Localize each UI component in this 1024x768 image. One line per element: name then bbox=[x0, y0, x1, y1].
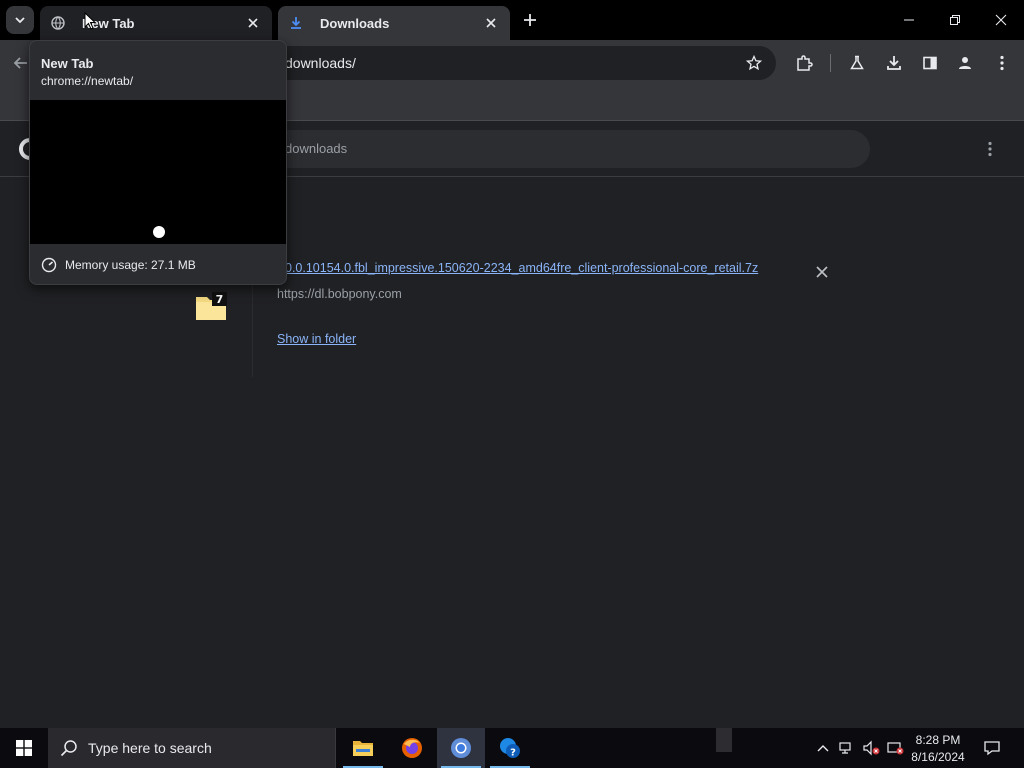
extensions-button[interactable] bbox=[791, 50, 817, 76]
person-icon bbox=[959, 57, 971, 69]
restore-icon bbox=[950, 15, 960, 25]
search-icon bbox=[60, 740, 77, 757]
downloads-search-placeholder: downloads bbox=[285, 141, 348, 156]
flask-icon bbox=[850, 55, 864, 70]
chrome-icon bbox=[451, 738, 471, 758]
download-filename-link[interactable]: 0.0.10154.0.fbl_impressive.150620-2234_a… bbox=[285, 261, 758, 275]
chevron-down-icon bbox=[15, 17, 25, 24]
minimize-icon bbox=[904, 19, 914, 21]
windows-logo-icon bbox=[16, 740, 32, 756]
chrome-menu-button[interactable] bbox=[989, 50, 1015, 76]
taskbar-clock[interactable]: 8:28 PM 8/16/2024 bbox=[905, 732, 971, 766]
tab-preview-thumbnail bbox=[30, 100, 286, 244]
tab-downloads[interactable]: Downloads bbox=[278, 6, 510, 40]
tray-volume-button[interactable] bbox=[861, 738, 881, 758]
taskbar-search-placeholder: Type here to search bbox=[88, 740, 212, 756]
remove-download-button[interactable] bbox=[812, 262, 832, 282]
preview-logo-icon bbox=[153, 226, 165, 238]
taskbar-file-explorer[interactable] bbox=[339, 728, 387, 768]
arrow-left-icon bbox=[13, 57, 27, 69]
svg-text:7: 7 bbox=[216, 293, 224, 306]
folder-icon bbox=[353, 741, 373, 756]
toolbar-divider bbox=[830, 54, 831, 72]
more-vert-icon bbox=[1000, 55, 1004, 71]
close-icon bbox=[995, 14, 1007, 26]
svg-text:?: ? bbox=[510, 748, 516, 759]
downloads-menu-button[interactable] bbox=[983, 140, 997, 158]
download-icon bbox=[887, 56, 901, 70]
tray-overflow-button[interactable] bbox=[813, 738, 833, 758]
address-text[interactable]: downloads/ bbox=[285, 55, 356, 71]
notification-icon bbox=[984, 741, 1000, 756]
file-archive-icon: 7 bbox=[195, 291, 229, 321]
hover-card-url: chrome://newtab/ bbox=[41, 74, 134, 88]
downloads-button[interactable] bbox=[881, 50, 907, 76]
action-center-button[interactable] bbox=[980, 738, 1004, 758]
close-window-button[interactable] bbox=[978, 0, 1024, 40]
side-panel-icon bbox=[923, 56, 937, 70]
close-tab-button[interactable] bbox=[242, 12, 264, 34]
memory-gauge-icon bbox=[41, 257, 57, 273]
close-icon bbox=[816, 266, 828, 278]
display-icon bbox=[887, 742, 904, 755]
show-in-folder-link[interactable]: Show in folder bbox=[277, 332, 356, 346]
globe-icon bbox=[50, 15, 66, 31]
puzzle-icon bbox=[797, 55, 813, 71]
taskbar-chrome[interactable] bbox=[437, 728, 485, 768]
profile-button[interactable] bbox=[952, 50, 978, 76]
firefox-icon bbox=[402, 738, 422, 758]
volume-muted-icon bbox=[863, 740, 880, 756]
side-panel-button[interactable] bbox=[917, 50, 943, 76]
tab-title: New Tab bbox=[82, 15, 135, 31]
help-chat-icon: ? bbox=[500, 738, 520, 759]
mouse-pointer-icon bbox=[84, 12, 96, 30]
hover-card-memory: Memory usage: 27.1 MB bbox=[65, 258, 196, 272]
tab-title: Downloads bbox=[320, 15, 390, 31]
start-button[interactable] bbox=[0, 728, 48, 768]
plus-icon bbox=[524, 14, 536, 26]
taskbar-help-app[interactable]: ? bbox=[486, 728, 534, 768]
download-icon bbox=[288, 15, 304, 31]
taskbar-show-desktop-peek bbox=[716, 728, 732, 752]
star-icon bbox=[746, 55, 762, 71]
restore-button[interactable] bbox=[932, 0, 978, 40]
tab-hover-card: New Tab chrome://newtab/ Memory usage: 2… bbox=[29, 40, 287, 285]
network-icon bbox=[839, 742, 851, 754]
download-source-url: https://dl.bobpony.com bbox=[277, 287, 402, 301]
more-vert-icon bbox=[988, 141, 992, 157]
clock-date: 8/16/2024 bbox=[911, 750, 965, 764]
close-icon bbox=[486, 18, 496, 28]
tray-display-button[interactable] bbox=[885, 738, 905, 758]
tab-search-button[interactable] bbox=[6, 6, 34, 34]
chevron-up-icon bbox=[817, 745, 829, 752]
tab-new-tab[interactable]: New Tab bbox=[40, 6, 272, 40]
labs-button[interactable] bbox=[844, 50, 870, 76]
hover-card-title: New Tab bbox=[41, 56, 94, 71]
minimize-button[interactable] bbox=[886, 0, 932, 40]
new-tab-button[interactable] bbox=[518, 8, 542, 32]
taskbar-firefox[interactable] bbox=[388, 728, 436, 768]
bookmark-star-button[interactable] bbox=[741, 50, 767, 76]
clock-time: 8:28 PM bbox=[915, 733, 961, 747]
close-icon bbox=[248, 18, 258, 28]
tray-network-button[interactable] bbox=[837, 738, 857, 758]
close-tab-button[interactable] bbox=[480, 12, 502, 34]
